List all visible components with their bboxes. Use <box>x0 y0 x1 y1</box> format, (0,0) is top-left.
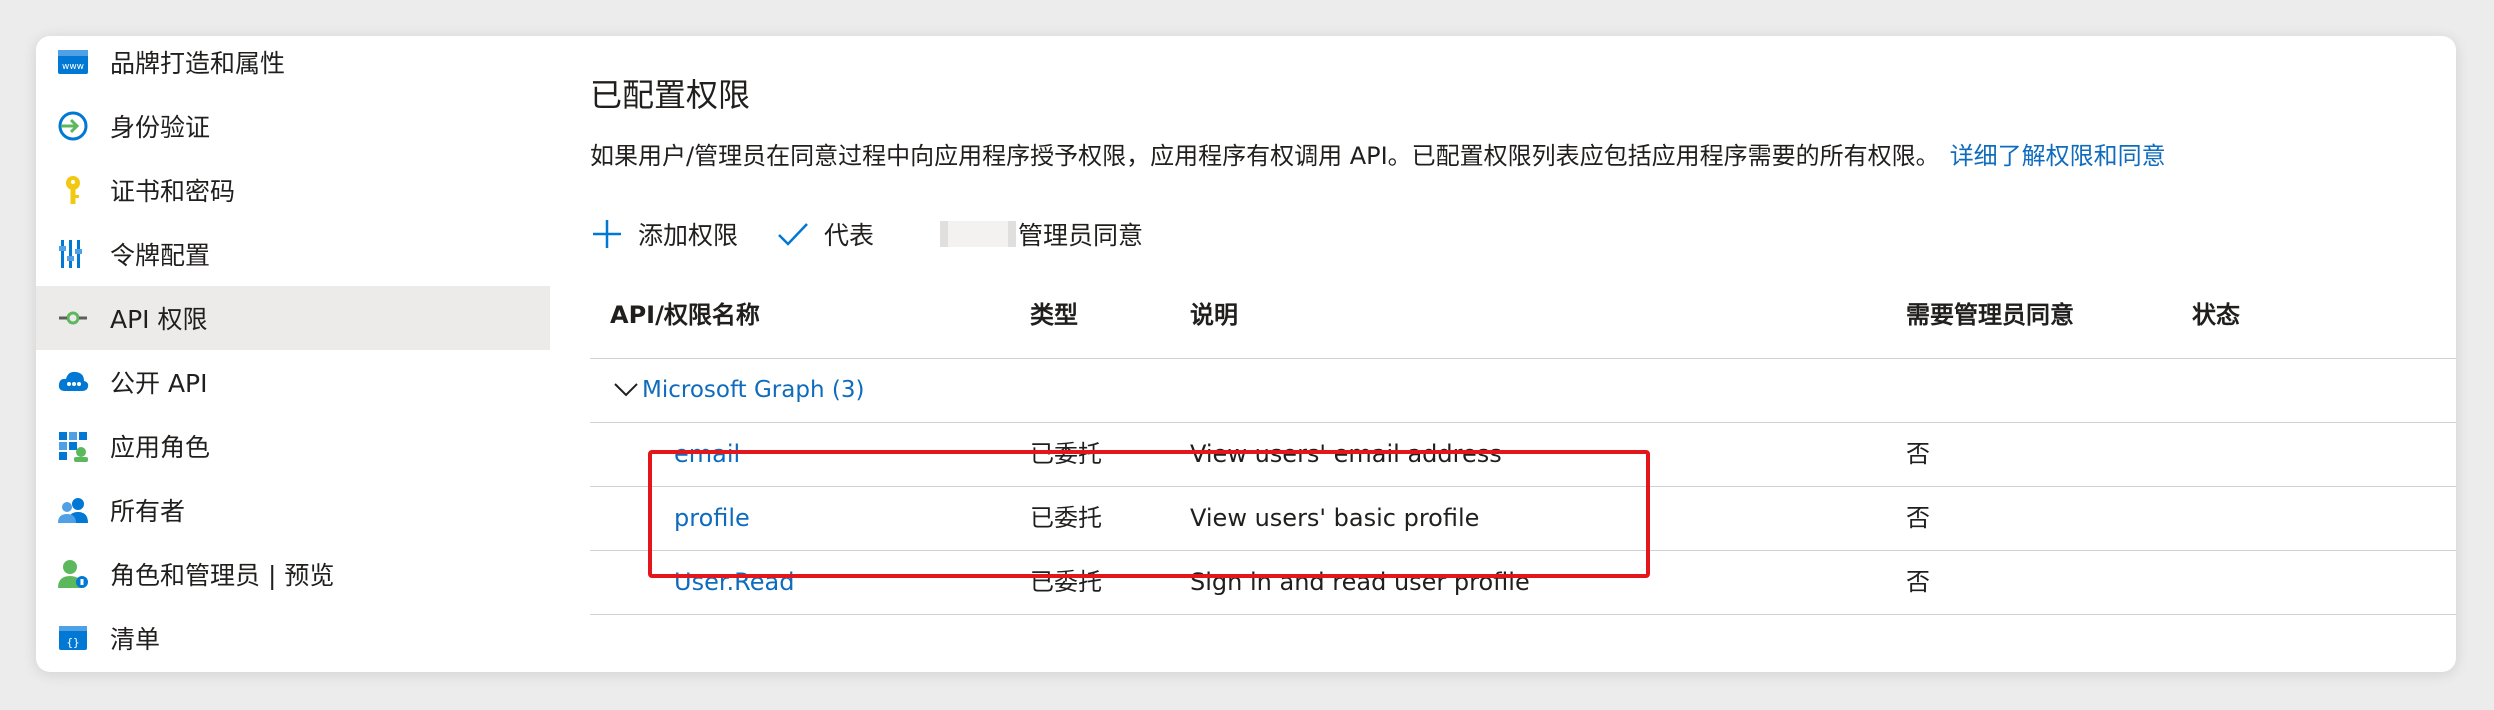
sidebar: www 品牌打造和属性 身份验证 证书和密码 令牌配置 API 权限 公开 AP… <box>36 36 550 672</box>
column-header-type[interactable]: 类型 <box>1030 272 1078 358</box>
sidebar-item-roles-admins[interactable]: 角色和管理员 | 预览 <box>36 542 550 606</box>
sidebar-item-owners[interactable]: 所有者 <box>36 478 550 542</box>
sidebar-item-token-configuration[interactable]: 令牌配置 <box>36 222 550 286</box>
row-divider <box>590 614 2456 615</box>
column-header-description[interactable]: 说明 <box>1190 272 1238 358</box>
sidebar-item-label: 应用角色 <box>110 433 211 462</box>
grant-admin-consent-button[interactable]: 代表 管理员同意 <box>776 206 1143 262</box>
group-label: Microsoft Graph (3) <box>642 377 865 403</box>
svg-text:www: www <box>62 62 84 72</box>
grant-consent-suffix: 管理员同意 <box>1018 221 1144 250</box>
api-permissions-icon <box>59 311 87 325</box>
sidebar-item-label: API 权限 <box>110 305 208 334</box>
app-window: www 品牌打造和属性 身份验证 证书和密码 令牌配置 API 权限 公开 AP… <box>36 36 2456 672</box>
sidebar-item-label: 证书和密码 <box>110 177 236 206</box>
page-title: 已配置权限 <box>590 76 751 114</box>
sidebar-item-app-roles[interactable]: 应用角色 <box>36 414 550 478</box>
sidebar-item-label: 令牌配置 <box>110 241 211 270</box>
key-icon <box>66 176 80 204</box>
add-permission-label: 添加权限 <box>638 221 739 250</box>
redacted-tenant-name <box>940 221 1017 247</box>
sidebar-item-manifest[interactable]: {} 清单 <box>36 606 550 670</box>
admin-consent-required: 否 <box>1906 568 1930 596</box>
grant-consent-prefix: 代表 <box>824 221 875 250</box>
sidebar-item-label: 角色和管理员 | 预览 <box>110 561 335 590</box>
sidebar-item-expose-api[interactable]: 公开 API <box>36 350 550 414</box>
plus-icon <box>593 220 621 248</box>
owners-users-icon <box>58 498 88 523</box>
sidebar-item-branding[interactable]: www 品牌打造和属性 <box>36 36 550 94</box>
sidebar-item-label: 身份验证 <box>110 113 211 142</box>
authentication-icon <box>58 111 88 141</box>
column-header-status[interactable]: 状态 <box>2192 272 2240 358</box>
roles-admins-icon <box>58 560 88 588</box>
permissions-description: 如果用户/管理员在同意过程中向应用程序授予权限，应用程序有权调用 API。已配置… <box>590 136 2166 171</box>
admin-consent-required: 否 <box>1906 440 1930 468</box>
checkmark-icon <box>778 223 808 246</box>
column-header-admin-consent[interactable]: 需要管理员同意 <box>1906 272 2074 358</box>
token-configuration-icon <box>59 240 82 268</box>
admin-consent-required: 否 <box>1906 504 1930 532</box>
description-text: 如果用户/管理员在同意过程中向应用程序授予权限，应用程序有权调用 API。已配置… <box>590 142 1940 170</box>
www-branding-icon: www <box>58 50 88 74</box>
sidebar-item-certificates[interactable]: 证书和密码 <box>36 158 550 222</box>
sidebar-item-authentication[interactable]: 身份验证 <box>36 94 550 158</box>
group-row-microsoft-graph[interactable]: Microsoft Graph (3) <box>590 358 2456 422</box>
expose-api-cloud-icon <box>58 371 89 391</box>
column-header-name[interactable]: API/权限名称 <box>610 272 760 358</box>
sidebar-item-label: 清单 <box>110 625 161 654</box>
manifest-icon: {} <box>59 626 87 650</box>
highlight-annotation-box <box>648 450 1650 578</box>
sidebar-item-api-permissions[interactable]: API 权限 <box>36 286 550 350</box>
chevron-down-icon[interactable] <box>612 376 640 404</box>
sidebar-item-label: 所有者 <box>110 497 186 526</box>
sidebar-item-label: 品牌打造和属性 <box>110 49 286 78</box>
svg-text:{}: {} <box>66 636 79 649</box>
sidebar-item-label: 公开 API <box>110 369 208 398</box>
app-roles-grid-icon <box>59 432 88 462</box>
learn-more-link[interactable]: 详细了解权限和同意 <box>1950 142 2166 170</box>
add-permission-button[interactable]: 添加权限 <box>590 206 738 262</box>
toolbar: 添加权限 代表 管理员同意 <box>590 206 1990 262</box>
